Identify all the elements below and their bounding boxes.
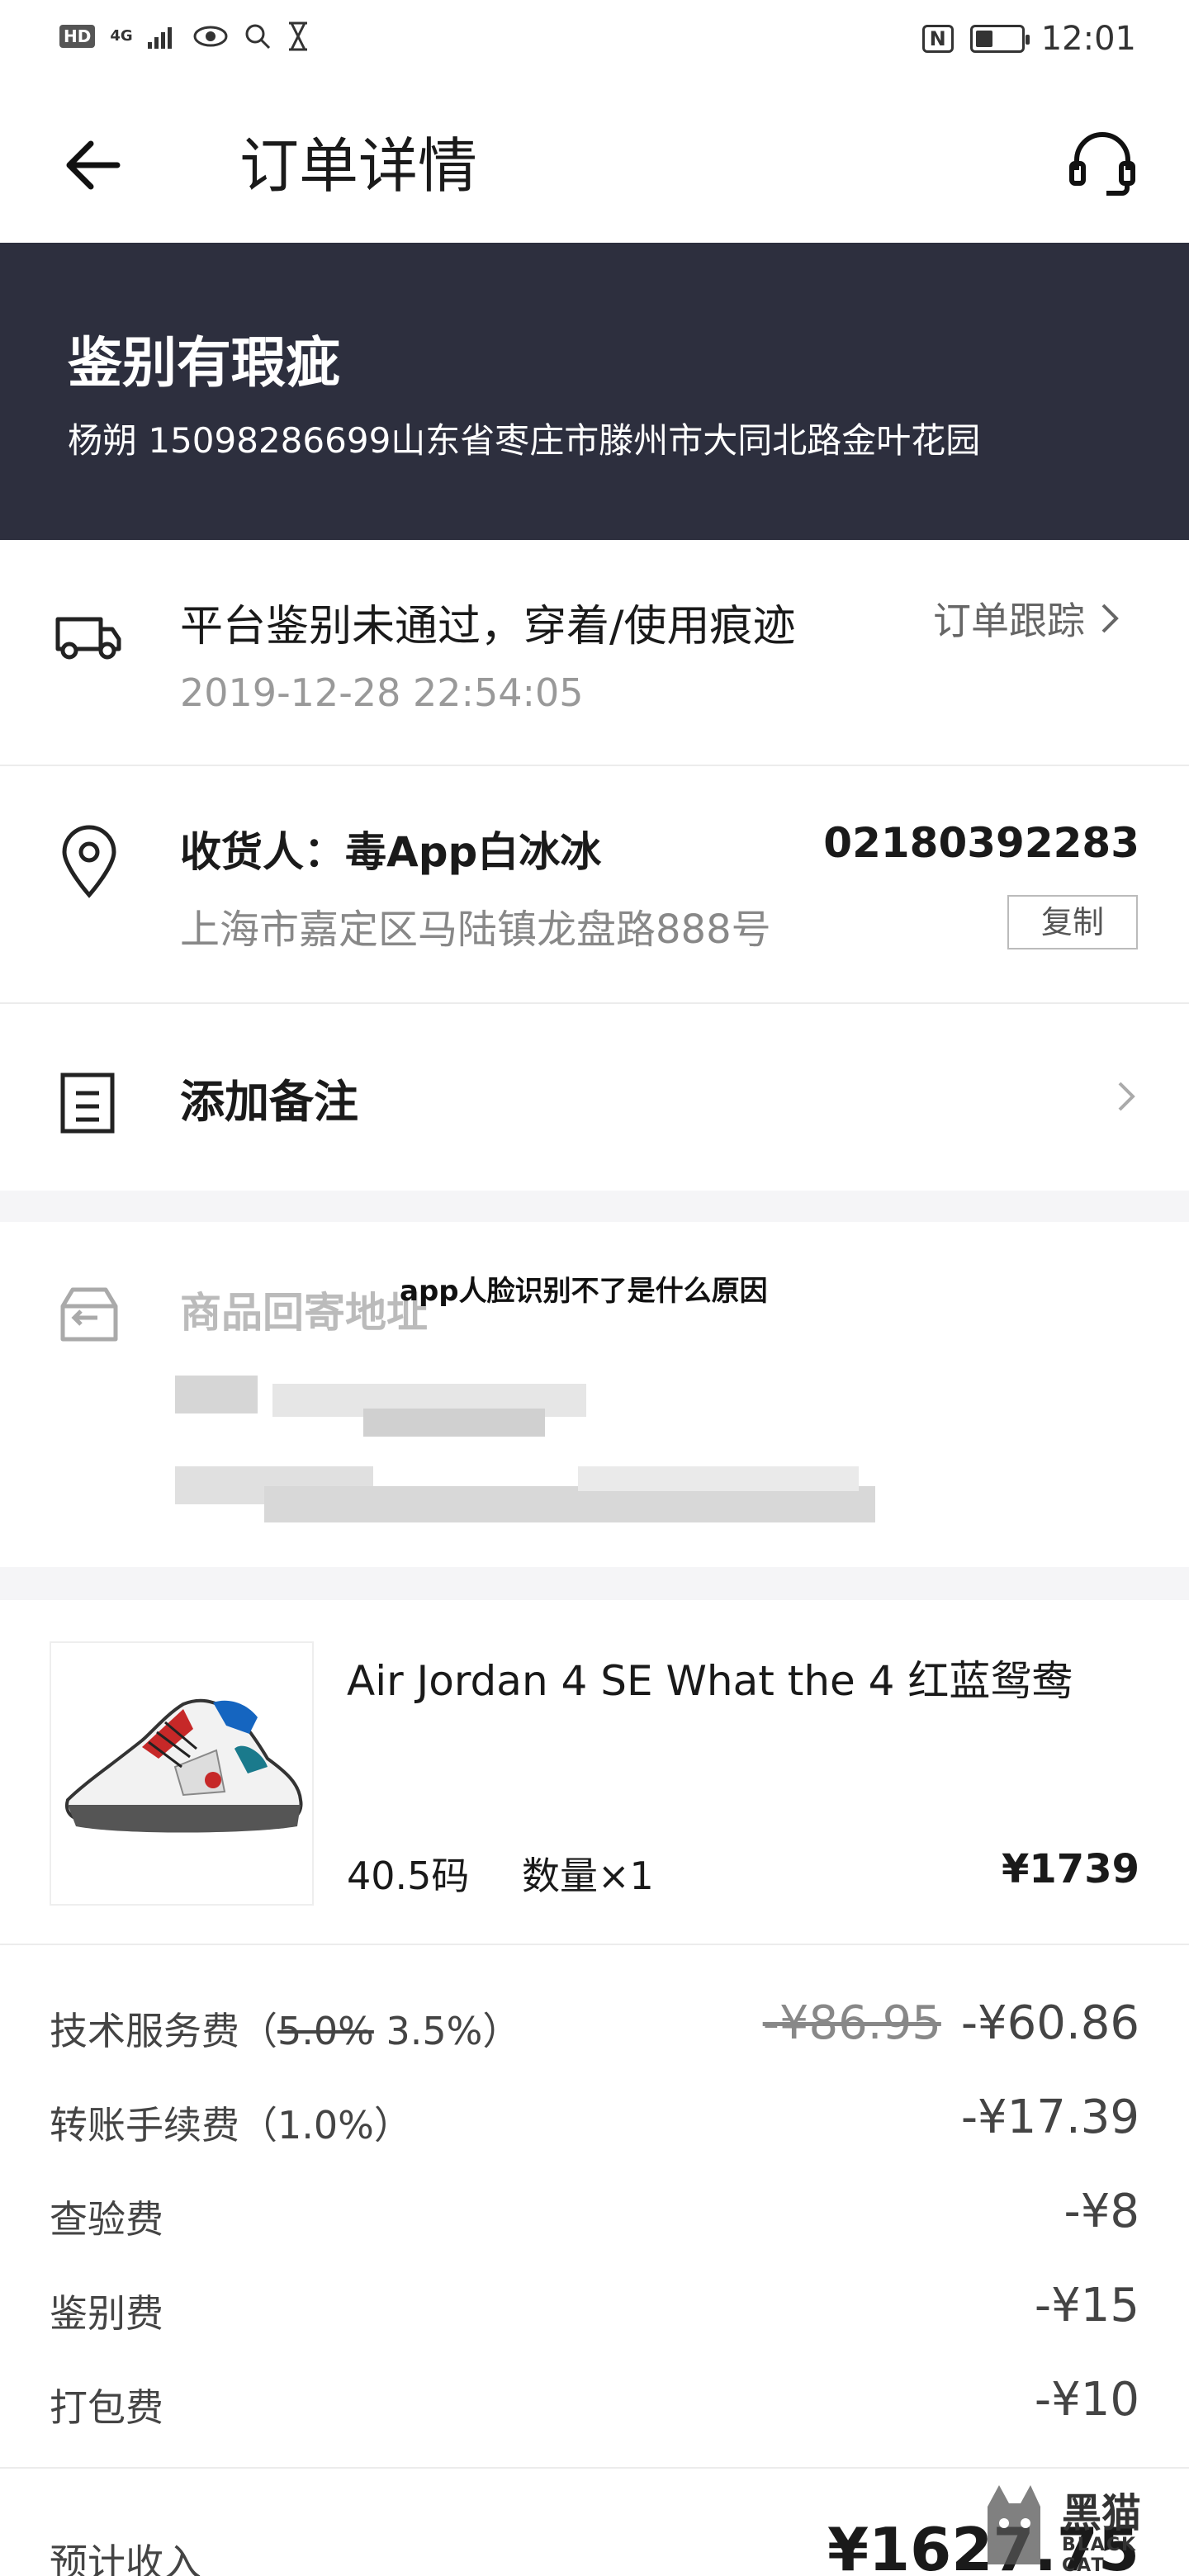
fee-row-service: 技术服务费（5.0% 3.5%） -¥86.95 -¥60.86 [50,1996,1139,2067]
hourglass-icon [288,21,307,51]
overlay-caption: app人脸识别不了是什么原因 [400,1275,768,1308]
fee-row-inspection: 查验费 -¥8 [50,2185,1139,2256]
search-icon [245,24,270,50]
eye-icon [193,26,228,47]
nfc-icon: N [921,25,954,53]
return-address-card: 商品回寄地址 app人脸识别不了是什么原因 [0,1222,1189,1567]
fee-value: -¥86.95 -¥60.86 [762,1996,1139,2050]
fee-row-packaging: 打包费 -¥10 [50,2373,1139,2444]
blackcat-watermark: 黑猫 BLACK CAT [966,2469,1181,2576]
location-pin-icon [62,825,116,898]
redacted-text [175,1376,258,1413]
product-size: 40.5码 [347,1854,470,1898]
return-address-label: 商品回寄地址 [180,1289,428,1337]
product-name[interactable]: Air Jordan 4 SE What the 4 红蓝鸳鸯 [347,1648,1073,1707]
banner-title: 鉴别有瑕疵 [68,331,340,395]
fee-value: -¥10 [1034,2373,1139,2427]
add-note-label: 添加备注 [180,1076,358,1128]
back-arrow-icon[interactable] [59,132,126,198]
fee-value: -¥17.39 [960,2091,1139,2144]
status-bar: HD 4G N 12:01 [0,0,1189,83]
fee-value: -¥15 [1034,2279,1139,2332]
redacted-text [264,1486,875,1522]
redacted-text [578,1466,859,1491]
page-title: 订单详情 [239,131,478,201]
tracking-card[interactable]: 平台鉴别未通过，穿着/使用痕迹 2019-12-28 22:54:05 订单跟踪 [0,540,1189,765]
fee-label: 转账手续费（1.0%） [50,2103,412,2147]
tracking-time: 2019-12-28 22:54:05 [180,670,584,715]
expected-income-label: 预计收入 [50,2540,201,2576]
chevron-right-icon [1101,604,1119,633]
fee-row-transfer: 转账手续费（1.0%） -¥17.39 [50,2091,1139,2162]
banner-address: 杨朔 15098286699山东省枣庄市滕州市大同北路金叶花园 [68,420,981,461]
status-left: HD 4G [59,21,310,51]
order-tracking-label: 订单跟踪 [933,599,1085,643]
signal-icon [147,27,172,49]
note-icon [60,1073,115,1134]
copy-button[interactable]: 复制 [1007,895,1138,949]
fee-label: 鉴别费 [50,2291,163,2336]
hd-badge: HD [59,25,96,48]
watermark-sub: BLACK CAT [1062,2535,1138,2576]
order-tracking-link[interactable]: 订单跟踪 [933,591,1120,646]
fee-row-authentication: 鉴别费 -¥15 [50,2279,1139,2350]
status-time: 12:01 [1040,20,1136,58]
fee-label: 查验费 [50,2197,163,2242]
receiver-address: 上海市嘉定区马陆镇龙盘路888号 [180,907,771,953]
product-price: ¥1739 [1002,1846,1139,1892]
fee-value: -¥8 [1063,2185,1139,2238]
receiver-card: 收货人：毒App白冰冰 02180392283 上海市嘉定区马陆镇龙盘路888号… [0,766,1189,1002]
fee-label: 打包费 [50,2385,163,2430]
return-box-icon [60,1287,118,1342]
tracking-status: 平台鉴别未通过，穿着/使用痕迹 [180,602,796,651]
app-header: 订单详情 [0,83,1189,243]
status-banner: 鉴别有瑕疵 杨朔 15098286699山东省枣庄市滕州市大同北路金叶花园 [0,243,1189,540]
divider [0,1944,1189,1945]
redacted-text [363,1409,545,1437]
chevron-right-icon [1118,1082,1135,1111]
customer-service-icon[interactable] [1065,127,1139,201]
watermark-text: 黑猫 [1062,2490,1142,2536]
truck-icon [55,617,121,660]
battery-icon [969,25,1030,53]
product-quantity: 数量×1 [522,1854,654,1898]
sneaker-image [65,1698,303,1833]
cat-logo-icon [988,2485,1040,2564]
receiver-phone: 02180392283 [823,819,1139,867]
product-image[interactable] [50,1641,314,1906]
status-right: N 12:01 [921,20,1136,58]
fee-label: 技术服务费（5.0% 3.5%） [50,2009,521,2053]
product-card: Air Jordan 4 SE What the 4 红蓝鸳鸯 40.5码 数量… [0,1600,1189,2576]
network-type: 4G [110,27,133,45]
receiver-name: 收货人：毒App白冰冰 [180,828,602,876]
add-note-row[interactable]: 添加备注 [0,1004,1189,1191]
